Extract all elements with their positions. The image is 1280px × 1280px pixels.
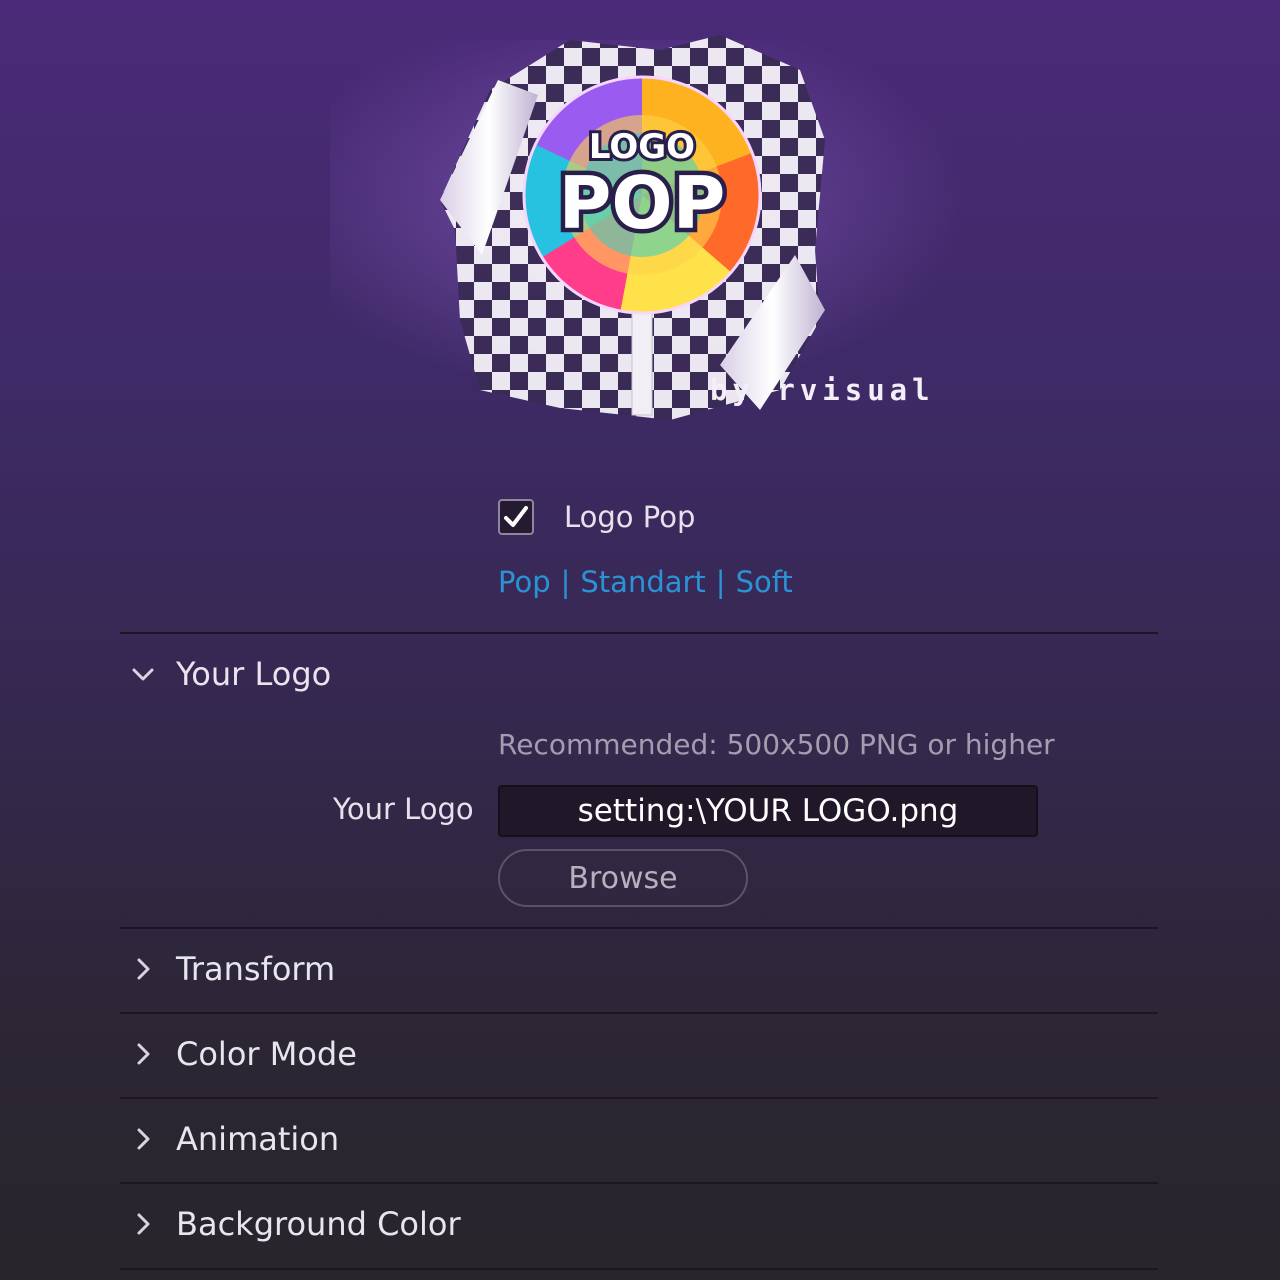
section-your-logo: Your Logo — [120, 632, 1158, 714]
section-divider — [120, 1268, 1158, 1270]
section-background-color: Background Color — [120, 1182, 1158, 1264]
logo-path-field[interactable]: setting:\YOUR LOGO.png — [498, 785, 1038, 837]
logo-size-hint: Recommended: 500x500 PNG or higher — [498, 728, 1055, 761]
checkmark-icon — [504, 506, 528, 527]
chevron-right-icon[interactable] — [130, 956, 156, 982]
section-title-your-logo: Your Logo — [176, 655, 332, 693]
section-color-mode: Color Mode — [120, 1012, 1158, 1094]
section-header-transform[interactable]: Transform — [120, 929, 1158, 1009]
your-logo-field-label: Your Logo — [333, 792, 474, 826]
section-title-transform: Transform — [176, 950, 336, 988]
preset-separator: | — [715, 565, 726, 599]
chevron-right-icon[interactable] — [130, 1211, 156, 1237]
brand-artwork: LOGO POP — [440, 35, 825, 420]
section-animation: Animation — [120, 1097, 1158, 1179]
preset-soft-link[interactable]: Soft — [736, 565, 793, 599]
section-transform: Transform — [120, 927, 1158, 1009]
logo-pop-label: Logo Pop — [564, 500, 696, 534]
preset-standart-link[interactable]: Standart — [580, 565, 705, 599]
chevron-right-icon[interactable] — [130, 1041, 156, 1067]
byline-text: by rvisual — [710, 373, 935, 407]
preset-separator: | — [560, 565, 571, 599]
preset-links: Pop | Standart | Soft — [498, 565, 793, 599]
section-title-background-color: Background Color — [176, 1205, 461, 1243]
chevron-right-icon[interactable] — [130, 1126, 156, 1152]
section-header-animation[interactable]: Animation — [120, 1099, 1158, 1179]
logo-pop-checkbox[interactable] — [498, 499, 534, 535]
logo-pop-toggle[interactable]: Logo Pop — [498, 497, 695, 537]
logo-pop-brand-image: LOGO POP by rvisual — [420, 30, 950, 430]
browse-button[interactable]: Browse — [498, 849, 748, 907]
chevron-down-icon[interactable] — [130, 661, 156, 687]
svg-text:POP: POP — [559, 161, 726, 245]
preset-pop-link[interactable]: Pop — [498, 565, 551, 599]
section-title-color-mode: Color Mode — [176, 1035, 357, 1073]
section-header-background-color[interactable]: Background Color — [120, 1184, 1158, 1264]
section-header-color-mode[interactable]: Color Mode — [120, 1014, 1158, 1094]
section-header-your-logo[interactable]: Your Logo — [120, 634, 1158, 714]
section-title-animation: Animation — [176, 1120, 340, 1158]
